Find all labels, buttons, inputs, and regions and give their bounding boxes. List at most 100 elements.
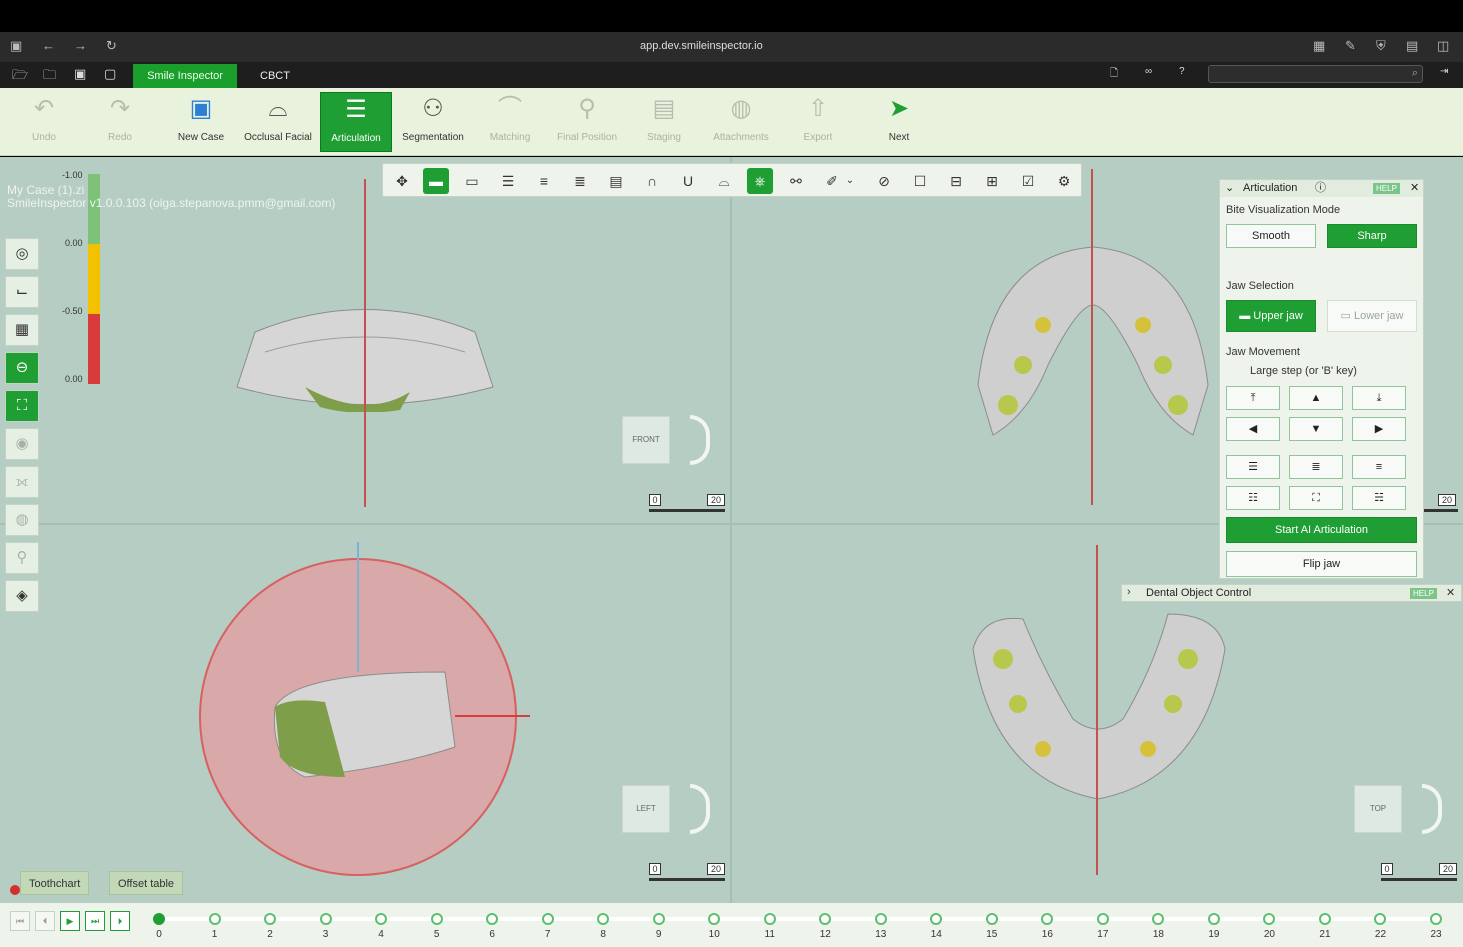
start-ai-articulation-button[interactable]: Start AI Articulation <box>1226 517 1417 543</box>
four-view-icon[interactable]: ⊞ <box>979 168 1005 194</box>
axis-tool-icon[interactable]: ⌙ <box>5 276 39 308</box>
tooth-info-icon[interactable]: ◎ <box>5 238 39 270</box>
u-arch-icon[interactable]: U <box>675 168 701 194</box>
last-stage-icon[interactable]: ⏵ <box>110 911 130 931</box>
search-input[interactable]: ⌕ <box>1208 65 1423 83</box>
stage-marker[interactable] <box>486 913 499 925</box>
tooth-move-icon[interactable]: ⚲ <box>5 542 39 574</box>
rotate-arrow-icon[interactable] <box>1422 784 1442 834</box>
roll-jaw-back-button[interactable]: ☵ <box>1352 486 1406 510</box>
lower-arch-view-icon[interactable]: ▭ <box>459 168 485 194</box>
stage-marker[interactable] <box>1374 913 1387 925</box>
upper-jaw-occlusal-model[interactable] <box>968 245 1218 440</box>
save-icon[interactable]: ▣ <box>74 66 86 82</box>
rotate-jaw-button[interactable]: ☰ <box>1226 455 1280 479</box>
stage-marker[interactable] <box>1430 913 1442 925</box>
tooth-search-icon[interactable]: ◈ <box>5 580 39 612</box>
lower-jaw-occlusal-model[interactable] <box>963 609 1233 804</box>
attachments-button[interactable]: ◍ Attachments <box>705 92 777 152</box>
final-position-button[interactable]: ⚲ Final Position <box>551 92 623 152</box>
stage-marker[interactable] <box>874 913 887 925</box>
tilt-jaw-button[interactable]: ≣ <box>1289 455 1343 479</box>
smooth-button[interactable]: Smooth <box>1226 224 1316 248</box>
bite-back-icon[interactable]: ▤ <box>603 168 629 194</box>
logout-icon[interactable]: ⇥ <box>1440 66 1448 77</box>
stage-marker[interactable] <box>930 913 943 925</box>
rotate-arrow-icon[interactable] <box>690 784 710 834</box>
measure-icon[interactable]: ⟗ <box>5 466 39 498</box>
flip-jaw-button[interactable]: Flip jaw <box>1226 551 1417 577</box>
left-orientation-cube[interactable]: LEFT <box>622 785 670 833</box>
segmentation-button[interactable]: ⚇ Segmentation <box>397 92 469 152</box>
matching-button[interactable]: ⌒ Matching <box>474 92 546 152</box>
close-icon[interactable]: ✕ <box>1446 586 1455 599</box>
check-icon[interactable]: ☑ <box>1015 168 1041 194</box>
stage-marker[interactable] <box>708 913 721 925</box>
move-up-button[interactable]: ▲ <box>1289 386 1343 410</box>
stage-marker[interactable] <box>208 913 221 925</box>
stage-marker[interactable] <box>1207 913 1220 925</box>
roll-jaw-button[interactable]: ≡ <box>1352 455 1406 479</box>
rotate-arrow-icon[interactable] <box>690 415 710 465</box>
move-down-button[interactable]: ▼ <box>1289 417 1343 441</box>
two-view-icon[interactable]: ⊟ <box>943 168 969 194</box>
tilt-jaw-back-button[interactable]: ⛶ <box>1289 486 1343 510</box>
stage-marker[interactable] <box>319 913 332 925</box>
steering-wheel-icon[interactable]: ⎈ <box>747 168 773 194</box>
both-arches-icon[interactable]: ☰ <box>495 168 521 194</box>
occlusal-facial-button[interactable]: ⌓ Occlusal Facial <box>242 92 314 152</box>
play-icon[interactable]: ▶ <box>60 911 80 931</box>
stage-marker[interactable] <box>652 913 665 925</box>
help-button[interactable]: HELP <box>1410 588 1437 599</box>
front-orientation-cube[interactable]: FRONT <box>622 416 670 464</box>
visibility-icon[interactable]: ⊘ <box>871 168 897 194</box>
left-view-teeth-model[interactable] <box>265 667 465 782</box>
tooth-select-icon[interactable]: ⚯ <box>783 168 809 194</box>
split-view-icon[interactable]: ◫ <box>1437 38 1449 54</box>
next-button[interactable]: ➤ Next <box>863 92 935 152</box>
address-bar[interactable]: app.dev.smileinspector.io <box>640 40 763 52</box>
top-orientation-cube[interactable]: TOP <box>1354 785 1402 833</box>
export-button[interactable]: ⇧ Export <box>782 92 854 152</box>
new-case-button[interactable]: ▣ New Case <box>165 92 237 152</box>
jaw-open-icon[interactable]: ⌓ <box>711 168 737 194</box>
gear-icon[interactable]: ⚙ <box>1051 168 1077 194</box>
close-icon[interactable]: ✕ <box>1410 180 1419 197</box>
forward-arrow-icon[interactable]: → <box>74 38 87 53</box>
reader-icon[interactable]: ▤ <box>1406 38 1418 54</box>
move-up-large-button[interactable]: ⤒ <box>1226 386 1280 410</box>
stage-marker[interactable] <box>1152 913 1165 925</box>
back-arrow-icon[interactable]: ← <box>42 38 55 53</box>
bite-side-icon[interactable]: ≣ <box>567 168 593 194</box>
first-stage-icon[interactable]: ⏮ <box>10 911 30 931</box>
move-down-large-button[interactable]: ⤓ <box>1352 386 1406 410</box>
articulation-button[interactable]: ☰ Articulation <box>320 92 392 152</box>
stage-marker[interactable] <box>264 913 277 925</box>
lower-jaw-button[interactable]: ▭ Lower jaw <box>1327 300 1417 332</box>
upper-arch-view-icon[interactable]: ▬ <box>423 168 449 194</box>
pen-icon[interactable]: ✎ <box>1345 38 1356 54</box>
stage-marker[interactable] <box>597 913 610 925</box>
grid-icon[interactable]: ▦ <box>5 314 39 346</box>
sharp-button[interactable]: Sharp <box>1327 224 1417 248</box>
articulation-panel-header[interactable]: ⌄ Articulation ⓘ HELP ✕ <box>1220 180 1423 197</box>
staging-button[interactable]: ▤ Staging <box>628 92 700 152</box>
pan-icon[interactable]: ✥ <box>389 168 415 194</box>
error-indicator-icon[interactable] <box>10 885 20 895</box>
stage-marker[interactable] <box>1096 913 1109 925</box>
stage-marker[interactable] <box>985 913 998 925</box>
tab-smile-inspector[interactable]: Smile Inspector <box>133 64 237 88</box>
stage-marker[interactable] <box>153 913 165 925</box>
move-right-button[interactable]: ▶ <box>1352 417 1406 441</box>
chevron-down-icon[interactable]: ⌄ <box>1225 180 1234 197</box>
help-button[interactable]: HELP <box>1373 183 1400 194</box>
stage-marker[interactable] <box>375 913 388 925</box>
chevron-down-icon[interactable]: ⌄ <box>843 168 857 194</box>
open-folder-icon[interactable]: 🗁 <box>12 66 28 88</box>
extension-icon[interactable]: ▦ <box>1313 38 1325 54</box>
reload-icon[interactable]: ↻ <box>106 38 117 54</box>
redo-button[interactable]: ↷ Redo <box>84 92 156 152</box>
dental-object-control-panel[interactable]: › Dental Object Control HELP ✕ <box>1121 584 1462 602</box>
single-view-icon[interactable]: ☐ <box>907 168 933 194</box>
arch-view-icon[interactable]: ∩ <box>639 168 665 194</box>
